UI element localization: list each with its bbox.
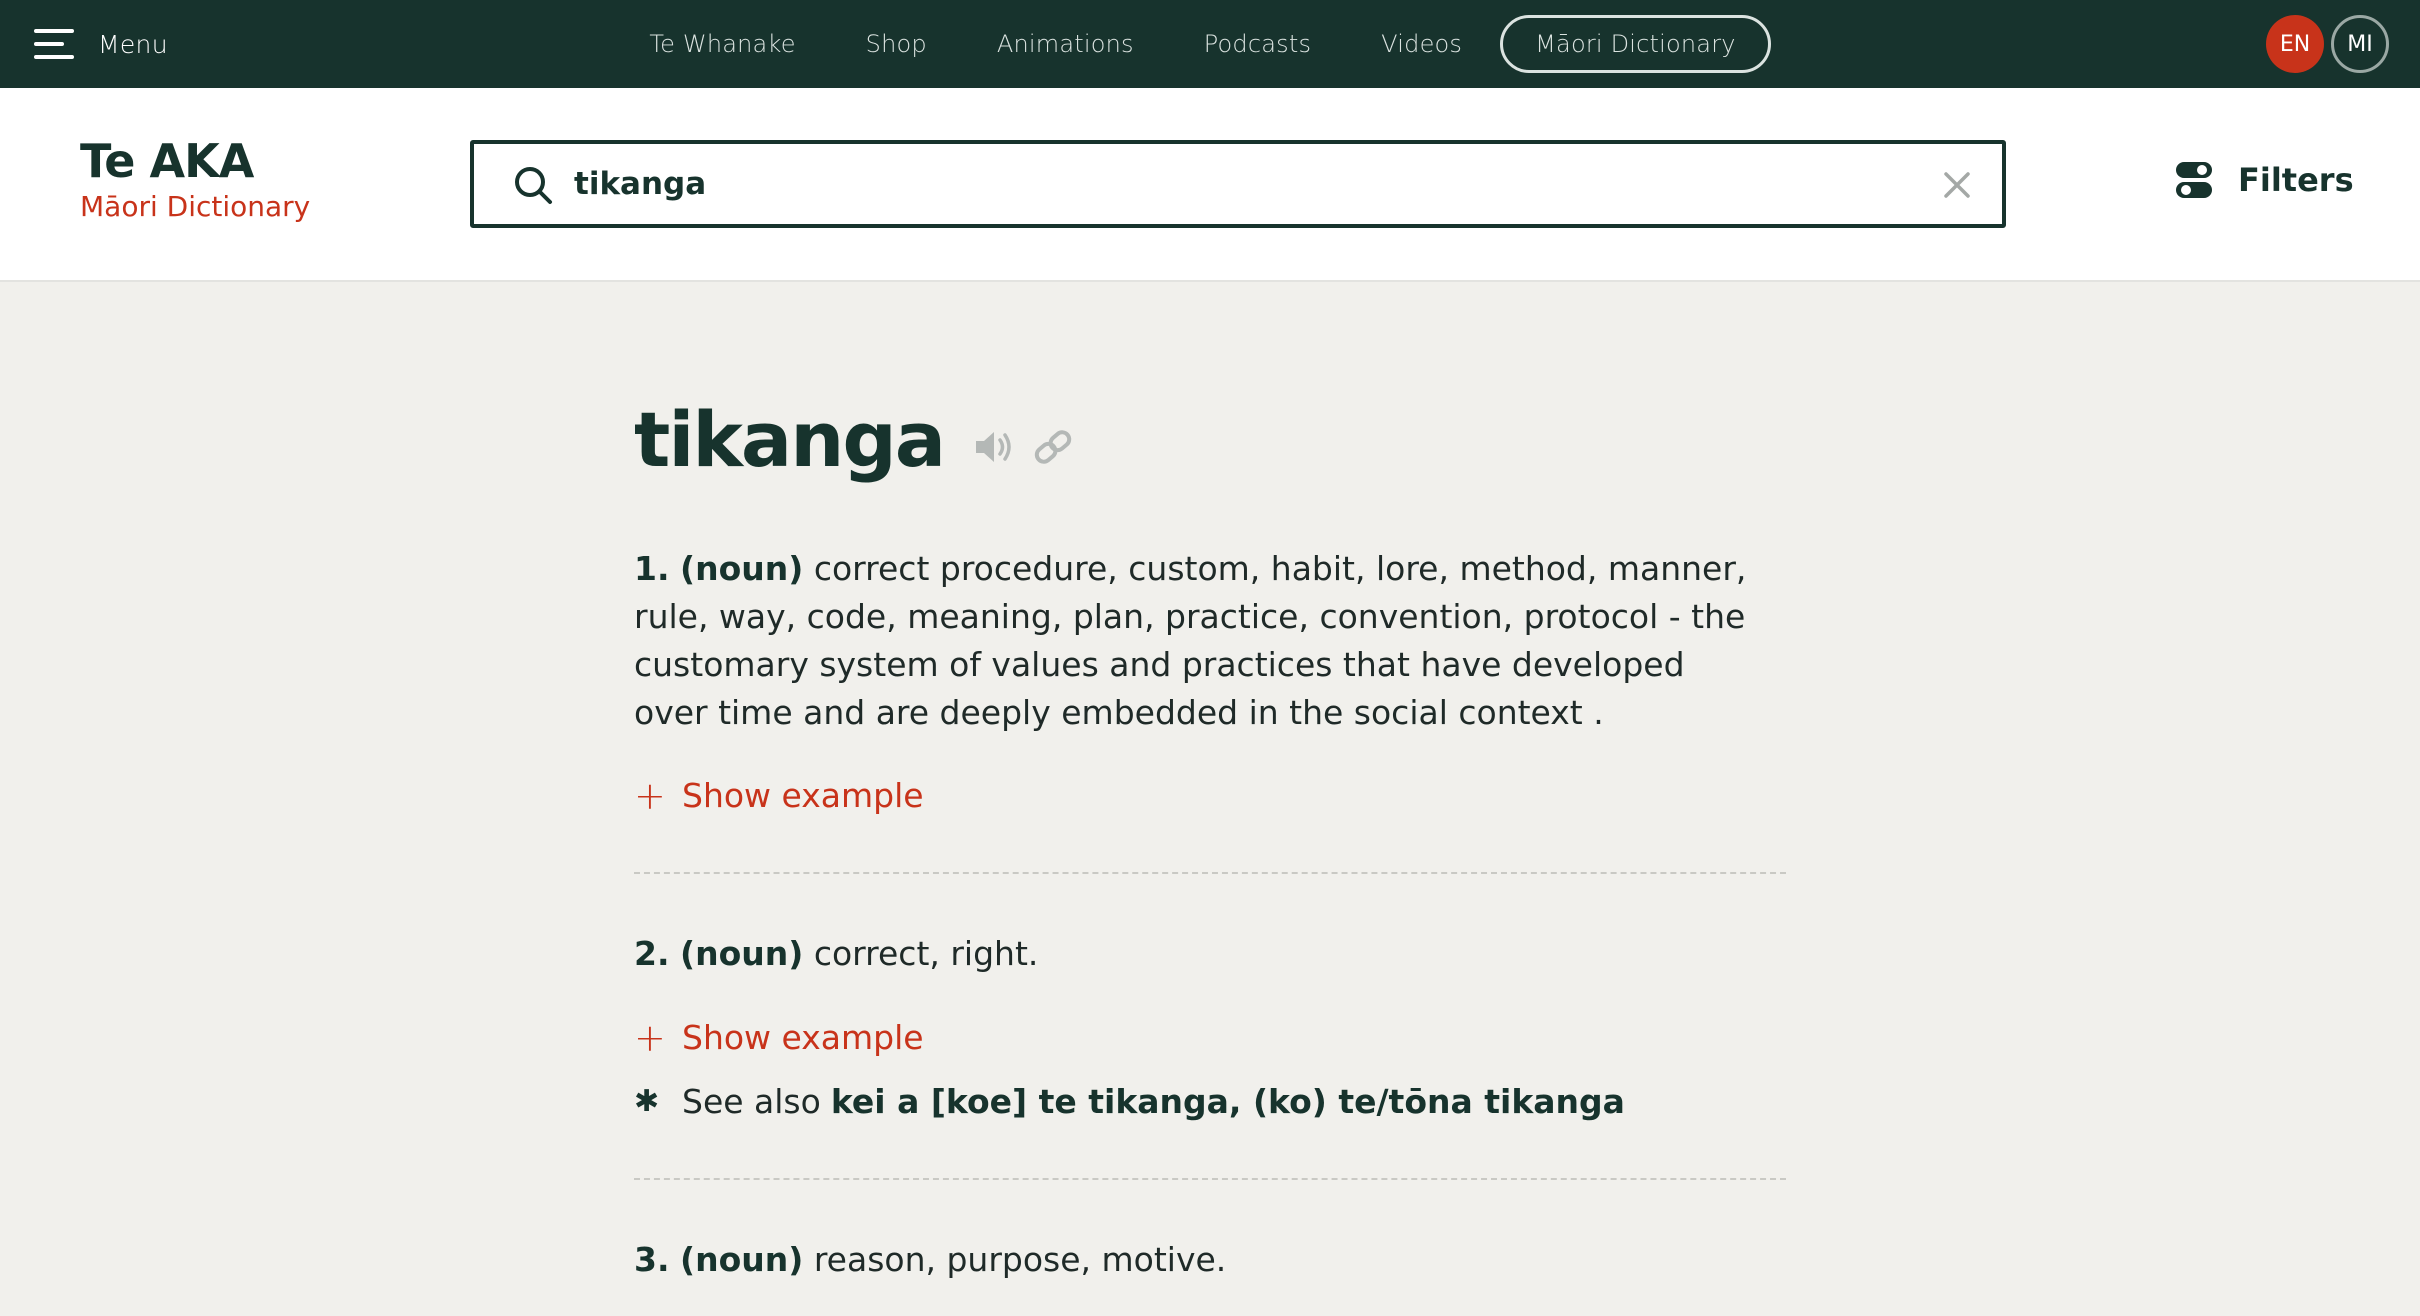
show-example-label: Show example: [682, 776, 924, 815]
asterisk-icon: ✱: [634, 1084, 660, 1119]
te-aka-logo[interactable]: Te AKA Māori Dictionary: [80, 138, 310, 223]
sense-divider: [634, 872, 1786, 874]
sense-1-pos: (noun): [680, 549, 804, 588]
see-also-label: See also: [682, 1082, 821, 1121]
logo-subtitle: Māori Dictionary: [80, 190, 311, 223]
plus-icon: +: [634, 1015, 666, 1060]
nav-link-videos[interactable]: Videos: [1381, 30, 1462, 58]
toggle-filters-icon: [2176, 162, 2212, 198]
plus-icon: +: [634, 773, 666, 818]
headword-row: tikanga: [634, 390, 1786, 490]
hamburger-icon: [34, 29, 74, 59]
sense-2-number: 2.: [634, 934, 670, 973]
show-example-button[interactable]: + Show example: [634, 776, 924, 815]
nav-link-te-whanake[interactable]: Te Whanake: [649, 30, 795, 58]
site-header: Te AKA Māori Dictionary Filters: [0, 88, 2420, 282]
sense-2-definition: correct, right.: [813, 934, 1039, 973]
sense-1: 1. (noun) correct procedure, custom, hab…: [634, 545, 1754, 737]
nav-link-animations[interactable]: Animations: [997, 30, 1134, 58]
show-example-label: Show example: [682, 1018, 924, 1057]
menu-label: Menu: [98, 29, 168, 59]
sense-1-number: 1.: [634, 549, 670, 588]
top-navigation-bar: Te Whanake Shop Animations Podcasts Vide…: [0, 0, 2420, 88]
clear-search-icon[interactable]: [1940, 168, 1974, 202]
link-icon[interactable]: [1032, 429, 1074, 465]
search-box: [470, 140, 2006, 228]
filters-button[interactable]: Filters: [2174, 160, 2354, 200]
headword-actions: [974, 429, 1074, 465]
sense-3: 3. (noun) reason, purpose, motive.: [634, 1236, 1754, 1284]
search-icon: [515, 167, 552, 204]
language-mi-button[interactable]: MI: [2331, 15, 2389, 73]
sense-3-number: 3.: [634, 1240, 670, 1279]
nav-link-podcasts[interactable]: Podcasts: [1204, 30, 1311, 58]
language-en-button[interactable]: EN: [2266, 15, 2324, 73]
speaker-icon[interactable]: [974, 429, 1016, 465]
search-input[interactable]: [574, 156, 1854, 212]
headword: tikanga: [634, 395, 946, 484]
sense-2: 2. (noun) correct, right.: [634, 930, 1754, 978]
dictionary-entry: tikanga 1. (noun) correct procedure, cus…: [634, 390, 1786, 1279]
logo-title: Te AKA: [80, 134, 254, 188]
see-also-terms-link[interactable]: kei a [koe] te tikanga, (ko) te/tōna tik…: [831, 1082, 1625, 1121]
sense-2-pos: (noun): [680, 934, 804, 973]
show-example-button[interactable]: + Show example: [634, 1018, 924, 1057]
menu-button[interactable]: Menu: [34, 22, 168, 66]
sense-3-pos: (noun): [680, 1240, 804, 1279]
filters-label: Filters: [2238, 161, 2354, 199]
sense-3-definition: reason, purpose, motive.: [813, 1240, 1227, 1279]
nav-link-shop[interactable]: Shop: [866, 30, 927, 58]
sense-divider: [634, 1178, 1786, 1180]
main-nav-links: Te Whanake Shop Animations Podcasts Vide…: [0, 0, 2420, 88]
see-also-row: ✱ See also kei a [koe] te tikanga, (ko) …: [634, 1082, 1625, 1121]
nav-link-maori-dictionary[interactable]: Māori Dictionary: [1500, 15, 1771, 73]
